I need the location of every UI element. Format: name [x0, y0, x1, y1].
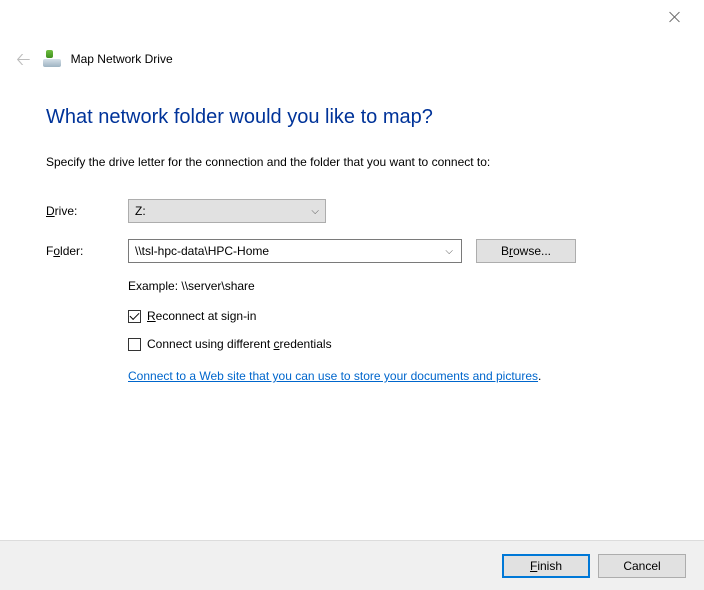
- credentials-label: Connect using different credentials: [147, 337, 332, 351]
- folder-input[interactable]: [129, 244, 437, 258]
- close-icon[interactable]: [668, 10, 682, 24]
- reconnect-checkbox[interactable]: [128, 310, 141, 323]
- drive-select[interactable]: Z: ⌵: [128, 199, 326, 223]
- chevron-down-icon[interactable]: ⌵: [437, 246, 461, 257]
- drive-select-value: Z:: [135, 204, 146, 218]
- link-period: .: [538, 369, 541, 383]
- reconnect-label: Reconnect at sign-in: [147, 309, 256, 323]
- page-heading: What network folder would you like to ma…: [46, 106, 674, 129]
- web-storage-link[interactable]: Connect to a Web site that you can use t…: [128, 369, 538, 383]
- credentials-checkbox[interactable]: [128, 338, 141, 351]
- subheading: Specify the drive letter for the connect…: [46, 155, 674, 169]
- folder-label: Folder:: [46, 244, 128, 258]
- network-drive-icon: [43, 51, 61, 67]
- window-title: Map Network Drive: [71, 52, 173, 66]
- chevron-down-icon: ⌵: [311, 206, 319, 217]
- browse-button[interactable]: Browse...: [476, 239, 576, 263]
- back-icon: 🡠: [14, 48, 33, 70]
- finish-button[interactable]: Finish: [502, 554, 590, 578]
- example-text: Example: \\server\share: [128, 279, 674, 293]
- cancel-button[interactable]: Cancel: [598, 554, 686, 578]
- drive-label: Drive:: [46, 204, 128, 218]
- folder-combobox[interactable]: ⌵: [128, 239, 462, 263]
